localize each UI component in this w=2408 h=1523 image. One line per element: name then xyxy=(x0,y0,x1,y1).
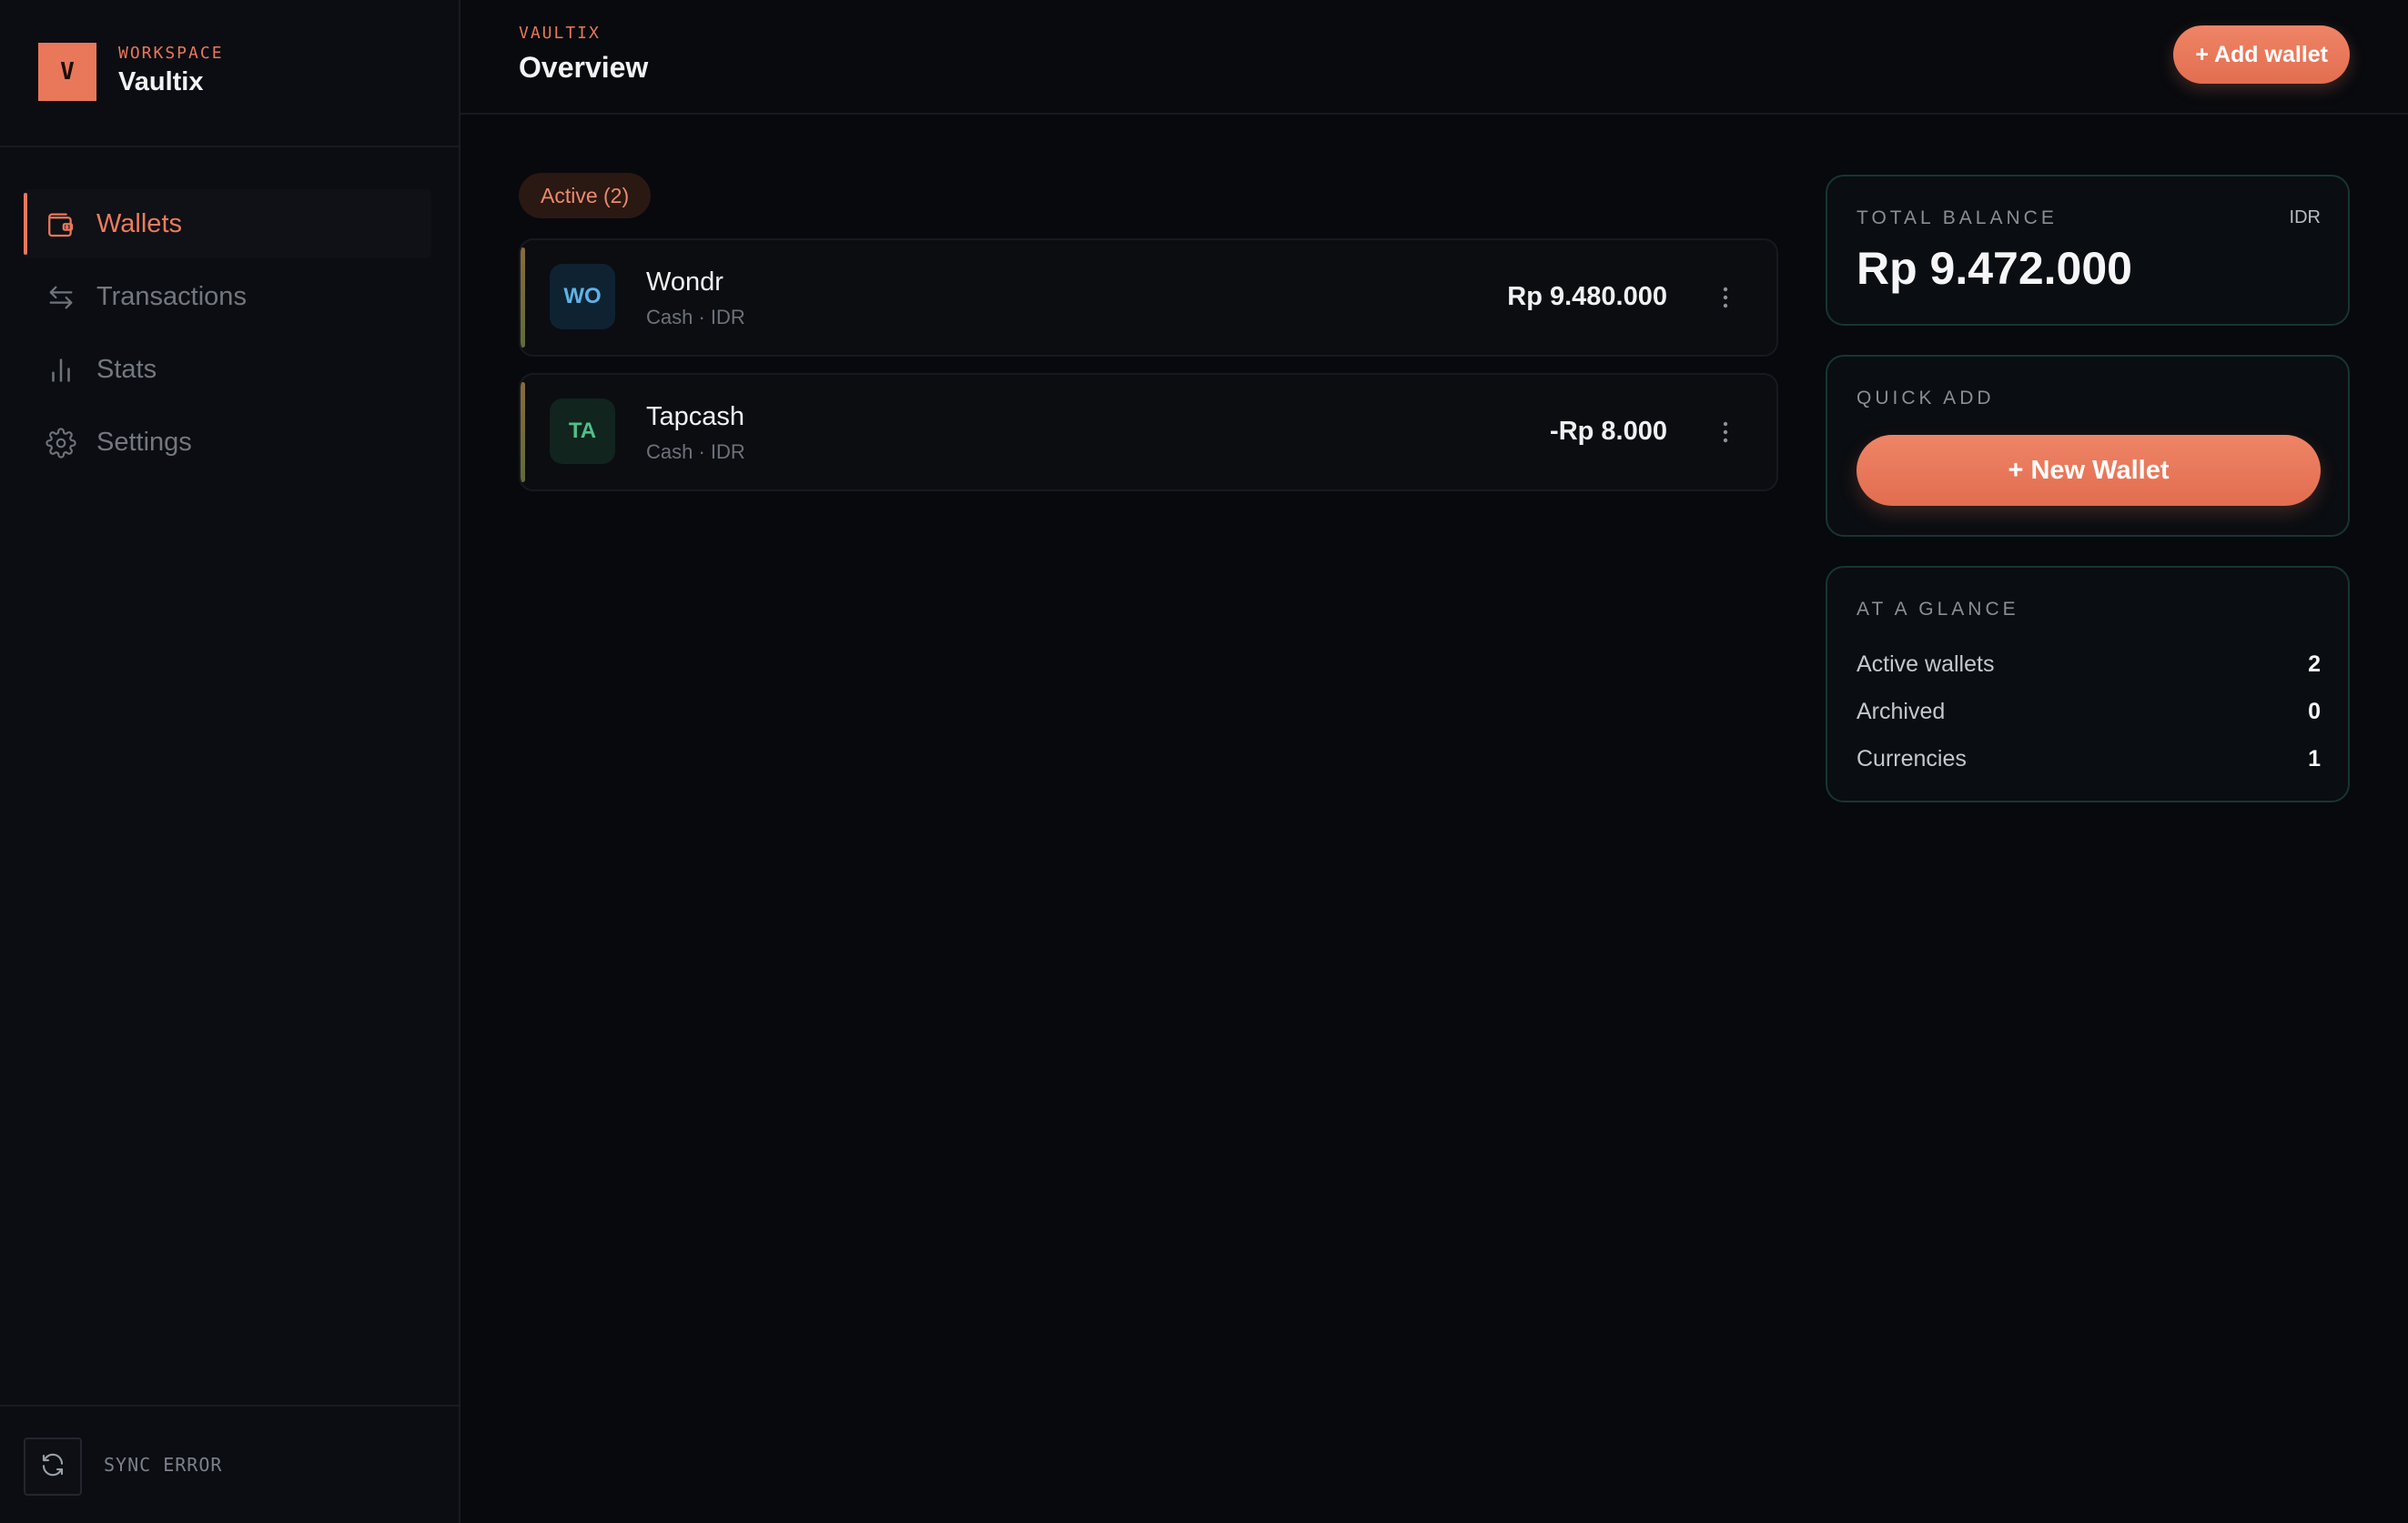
more-vertical-icon[interactable] xyxy=(1713,280,1738,315)
wallet-icon xyxy=(46,209,76,240)
wallet-balance: -Rp 8.000 xyxy=(1550,417,1667,446)
sidebar-item-settings[interactable]: Settings xyxy=(24,408,431,477)
add-wallet-button[interactable]: + Add wallet xyxy=(2173,25,2350,84)
sidebar-item-stats[interactable]: Stats xyxy=(24,335,431,404)
gear-icon xyxy=(46,428,76,459)
stat-value: 1 xyxy=(2308,745,2321,772)
total-balance-card: TOTAL BALANCE IDR Rp 9.472.000 xyxy=(1826,175,2350,326)
wallet-card-tapcash[interactable]: TA Tapcash Cash · IDR -Rp 8.000 xyxy=(519,373,1778,491)
stat-row-archived: Archived 0 xyxy=(1857,693,2321,730)
at-a-glance-title: AT A GLANCE xyxy=(1857,599,2019,620)
more-vertical-icon[interactable] xyxy=(1713,415,1738,449)
sidebar-item-transactions[interactable]: Transactions xyxy=(24,262,431,331)
stat-label: Active wallets xyxy=(1857,651,1995,677)
transfer-arrows-icon xyxy=(46,282,76,313)
stat-value: 0 xyxy=(2308,698,2321,724)
workspace-name: Vaultix xyxy=(118,67,204,96)
brand-block: V WORKSPACE Vaultix xyxy=(0,0,459,147)
wallet-card-wondr[interactable]: WO Wondr Cash · IDR Rp 9.480.000 xyxy=(519,238,1778,357)
wallet-avatar: TA xyxy=(550,398,615,464)
balance-currency: IDR xyxy=(2289,207,2321,227)
refresh-icon xyxy=(39,1451,66,1483)
main-content: Active (2) WO Wondr Cash · IDR Rp 9.480.… xyxy=(460,115,2408,1523)
workspace-kicker: WORKSPACE xyxy=(118,44,224,63)
brand-logo: V xyxy=(38,43,96,101)
sidebar-item-label: Transactions xyxy=(96,281,247,311)
total-balance-value: Rp 9.472.000 xyxy=(1857,243,2132,294)
quick-add-title: QUICK ADD xyxy=(1857,388,1995,408)
wallet-name: Wondr xyxy=(646,267,723,297)
sidebar: V WORKSPACE Vaultix Wallets Transactions… xyxy=(0,0,460,1523)
wallet-accent-bar xyxy=(521,382,525,482)
sidebar-item-label: Settings xyxy=(96,427,192,457)
header-kicker: VAULTIX xyxy=(519,24,601,43)
stat-value: 2 xyxy=(2308,651,2321,677)
bar-chart-icon xyxy=(46,355,76,386)
page-title: Overview xyxy=(519,51,649,84)
quick-add-card: QUICK ADD + New Wallet xyxy=(1826,355,2350,537)
sidebar-item-label: Stats xyxy=(96,354,157,384)
wallet-balance: Rp 9.480.000 xyxy=(1507,282,1667,311)
at-a-glance-card: AT A GLANCE Active wallets 2 Archived 0 … xyxy=(1826,566,2350,802)
stat-row-active-wallets: Active wallets 2 xyxy=(1857,646,2321,682)
sidebar-item-label: Wallets xyxy=(96,208,182,238)
wallet-name: Tapcash xyxy=(646,402,745,431)
wallet-meta: Cash · IDR xyxy=(646,306,745,328)
new-wallet-button[interactable]: + New Wallet xyxy=(1857,435,2321,506)
wallet-list: WO Wondr Cash · IDR Rp 9.480.000 TA Tapc… xyxy=(519,238,1778,508)
sidebar-footer: SYNC ERROR xyxy=(0,1405,459,1523)
wallet-avatar: WO xyxy=(550,264,615,329)
sync-status: SYNC ERROR xyxy=(104,1454,223,1476)
sync-button[interactable] xyxy=(24,1437,82,1496)
stat-label: Archived xyxy=(1857,698,1946,724)
wallet-accent-bar xyxy=(521,247,525,348)
total-balance-title: TOTAL BALANCE xyxy=(1857,207,2058,228)
wallet-meta: Cash · IDR xyxy=(646,440,745,463)
page-header: VAULTIX Overview + Add wallet xyxy=(460,0,2408,115)
active-filter-chip[interactable]: Active (2) xyxy=(519,173,652,218)
app-root: V WORKSPACE Vaultix Wallets Transactions… xyxy=(0,0,2408,1523)
sidebar-item-wallets[interactable]: Wallets xyxy=(24,189,431,258)
stat-label: Currencies xyxy=(1857,745,1967,772)
sidebar-nav: Wallets Transactions Stats Settings xyxy=(24,189,431,480)
stat-row-currencies: Currencies 1 xyxy=(1857,741,2321,777)
